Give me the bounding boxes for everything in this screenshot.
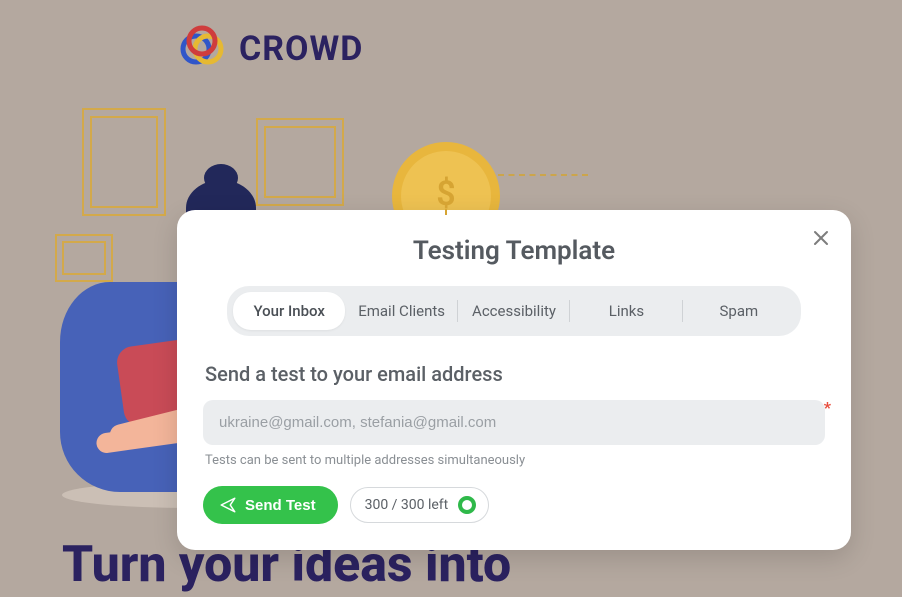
quota-ring-icon	[458, 496, 476, 514]
required-marker: *	[824, 398, 831, 417]
section-label: Send a test to your email address	[203, 362, 825, 386]
picture-frame-icon	[55, 234, 113, 282]
testing-template-modal: Testing Template Your Inbox Email Client…	[177, 210, 851, 550]
picture-frame-icon	[256, 118, 344, 206]
tab-links[interactable]: Links	[570, 292, 682, 330]
tab-bar: Your Inbox Email Clients Accessibility L…	[227, 286, 801, 336]
close-button[interactable]	[807, 224, 835, 252]
dashed-line-icon	[498, 174, 588, 176]
send-test-button[interactable]: Send Test	[203, 486, 338, 524]
tab-accessibility[interactable]: Accessibility	[458, 292, 570, 330]
logo-rings-icon	[177, 24, 227, 74]
brand-name: CROWD	[239, 29, 363, 69]
close-icon	[813, 230, 829, 246]
helper-text: Tests can be sent to multiple addresses …	[203, 453, 825, 468]
quota-text: 300 / 300 left	[365, 497, 449, 513]
email-input[interactable]	[203, 400, 825, 445]
quota-indicator: 300 / 300 left	[350, 487, 490, 523]
brand-logo: CROWD	[177, 24, 363, 74]
tab-your-inbox[interactable]: Your Inbox	[233, 292, 345, 330]
send-test-label: Send Test	[245, 497, 316, 514]
tab-email-clients[interactable]: Email Clients	[345, 292, 457, 330]
picture-frame-icon	[82, 108, 166, 216]
send-icon	[219, 496, 237, 514]
tab-spam[interactable]: Spam	[683, 292, 795, 330]
modal-title: Testing Template	[203, 236, 825, 266]
